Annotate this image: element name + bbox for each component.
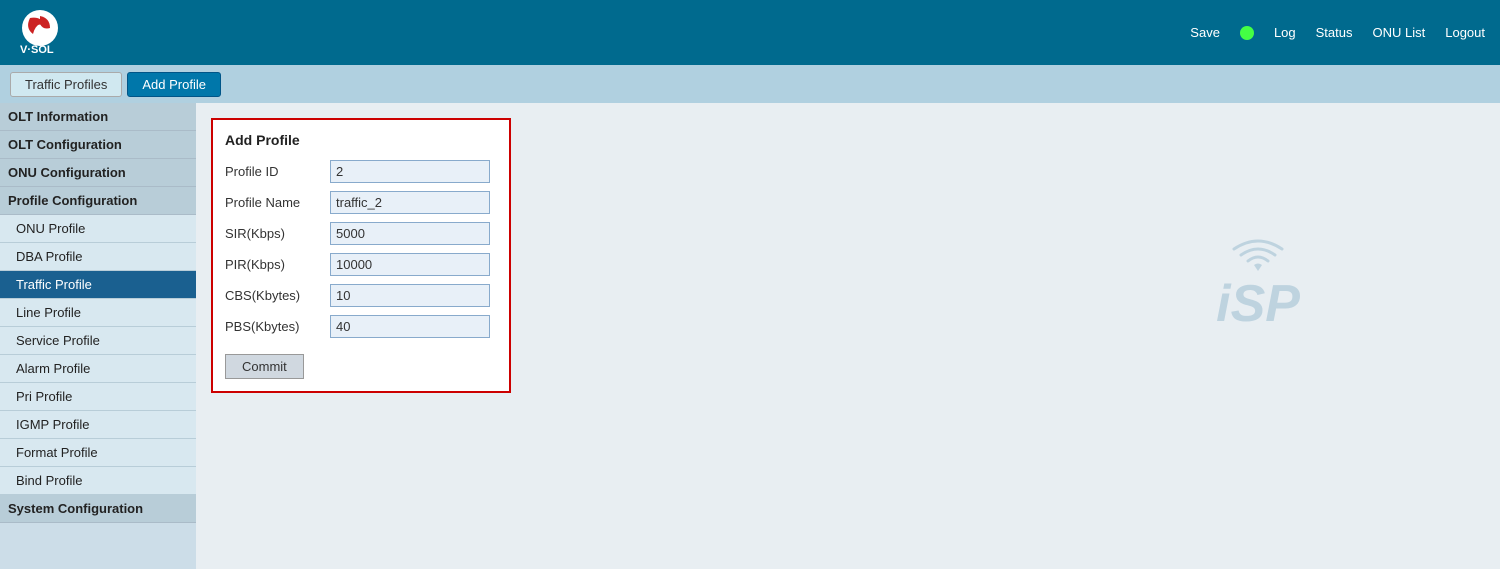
input-sir[interactable] (330, 222, 490, 245)
field-sir: SIR(Kbps) (225, 222, 497, 245)
tab-traffic-profiles[interactable]: Traffic Profiles (10, 72, 122, 97)
sidebar-section-olt-info[interactable]: OLT Information (0, 103, 196, 131)
wifi-icon (1228, 233, 1288, 278)
label-pir: PIR(Kbps) (225, 257, 330, 272)
sidebar-item-traffic-profile[interactable]: Traffic Profile (0, 271, 196, 299)
sidebar-item-onu-profile[interactable]: ONU Profile (0, 215, 196, 243)
sidebar-item-dba-profile[interactable]: DBA Profile (0, 243, 196, 271)
field-pir: PIR(Kbps) (225, 253, 497, 276)
logout-link[interactable]: Logout (1445, 25, 1485, 40)
header: V·SOL Save Log Status ONU List Logout (0, 0, 1500, 65)
nav-tabs: Traffic Profiles Add Profile (0, 65, 1500, 103)
isp-text: iSP (1216, 278, 1300, 330)
label-sir: SIR(Kbps) (225, 226, 330, 241)
label-profile-name: Profile Name (225, 195, 330, 210)
isp-watermark: iSP (1216, 233, 1300, 330)
status-link[interactable]: Status (1316, 25, 1353, 40)
field-profile-id: Profile ID (225, 160, 497, 183)
svg-text:V·SOL: V·SOL (20, 44, 54, 56)
input-profile-name[interactable] (330, 191, 490, 214)
main-layout: OLT Information OLT Configuration ONU Co… (0, 103, 1500, 569)
status-indicator (1240, 26, 1254, 40)
label-pbs: PBS(Kbytes) (225, 319, 330, 334)
field-profile-name: Profile Name (225, 191, 497, 214)
sidebar-section-onu-config[interactable]: ONU Configuration (0, 159, 196, 187)
save-button[interactable]: Save (1190, 25, 1220, 40)
onu-list-link[interactable]: ONU List (1373, 25, 1426, 40)
input-profile-id[interactable] (330, 160, 490, 183)
field-pbs: PBS(Kbytes) (225, 315, 497, 338)
log-link[interactable]: Log (1274, 25, 1296, 40)
label-cbs: CBS(Kbytes) (225, 288, 330, 303)
tab-add-profile[interactable]: Add Profile (127, 72, 221, 97)
sidebar-item-alarm-profile[interactable]: Alarm Profile (0, 355, 196, 383)
field-cbs: CBS(Kbytes) (225, 284, 497, 307)
input-pbs[interactable] (330, 315, 490, 338)
input-cbs[interactable] (330, 284, 490, 307)
sidebar-section-olt-config[interactable]: OLT Configuration (0, 131, 196, 159)
sidebar-section-system-config[interactable]: System Configuration (0, 495, 196, 523)
sidebar-item-format-profile[interactable]: Format Profile (0, 439, 196, 467)
sidebar-section-profile-config[interactable]: Profile Configuration (0, 187, 196, 215)
content-area: Add Profile Profile ID Profile Name SIR(… (196, 103, 1500, 569)
form-title: Add Profile (225, 132, 497, 148)
sidebar-item-line-profile[interactable]: Line Profile (0, 299, 196, 327)
sidebar-item-service-profile[interactable]: Service Profile (0, 327, 196, 355)
logo-area: V·SOL (15, 8, 65, 58)
add-profile-form: Add Profile Profile ID Profile Name SIR(… (211, 118, 511, 393)
commit-button[interactable]: Commit (225, 354, 304, 379)
label-profile-id: Profile ID (225, 164, 330, 179)
input-pir[interactable] (330, 253, 490, 276)
sidebar-item-igmp-profile[interactable]: IGMP Profile (0, 411, 196, 439)
sidebar-item-bind-profile[interactable]: Bind Profile (0, 467, 196, 495)
sidebar: OLT Information OLT Configuration ONU Co… (0, 103, 196, 569)
header-right: Save Log Status ONU List Logout (1190, 25, 1485, 40)
sidebar-item-pri-profile[interactable]: Pri Profile (0, 383, 196, 411)
vsol-logo: V·SOL (15, 8, 65, 58)
